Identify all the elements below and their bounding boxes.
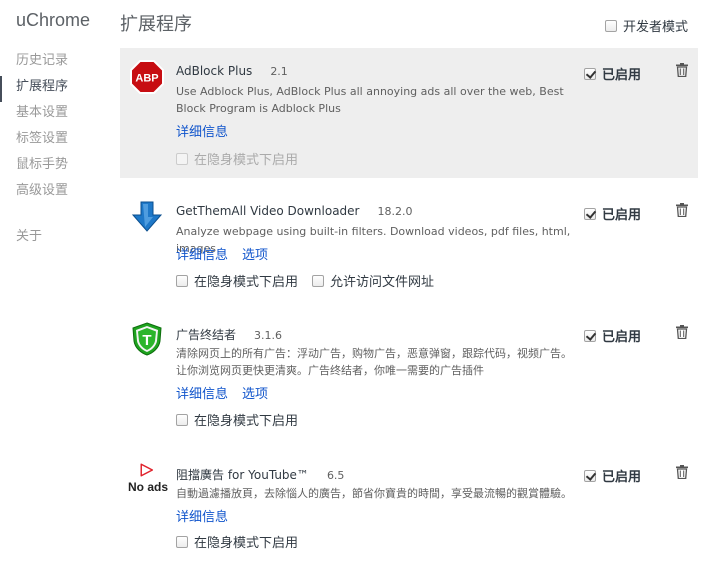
- sidebar-item-mouse-gestures[interactable]: 鼠标手势: [0, 154, 120, 180]
- extension-options: 在隐身模式下启用 允许访问文件网址: [176, 271, 434, 290]
- enable-toggle[interactable]: 已启用: [584, 326, 641, 345]
- enable-label: 已启用: [602, 470, 642, 485]
- sidebar-item-extensions[interactable]: 扩展程序: [0, 76, 120, 102]
- details-link[interactable]: 详细信息: [176, 387, 228, 402]
- incognito-option[interactable]: 在隐身模式下启用: [176, 149, 298, 168]
- file-access-label: 允许访问文件网址: [330, 275, 435, 290]
- details-link[interactable]: 详细信息: [176, 125, 228, 140]
- incognito-option[interactable]: 在隐身模式下启用: [176, 410, 298, 429]
- extension-item-getthemall: GetThemAll Video Downloader 18.2.0 Analyz…: [120, 188, 698, 300]
- trash-icon[interactable]: [676, 465, 688, 479]
- options-link[interactable]: 选项: [242, 387, 268, 402]
- page-title: 扩展程序: [120, 14, 192, 35]
- extension-description: 自動過濾播放頁，去除惱人的廣告，節省你寶貴的時間，享受最流暢的觀賞體驗。: [176, 487, 572, 500]
- enable-toggle[interactable]: 已启用: [584, 64, 641, 83]
- extension-name: GetThemAll Video Downloader 18.2.0: [176, 204, 413, 218]
- sidebar-item-basic-settings[interactable]: 基本设置: [0, 102, 120, 128]
- file-access-option[interactable]: 允许访问文件网址: [312, 271, 434, 290]
- sidebar: uChrome 历史记录 扩展程序 基本设置 标签设置 鼠标手势 高级设置 关于: [0, 0, 120, 573]
- incognito-label: 在隐身模式下启用: [194, 414, 299, 429]
- abp-stop-icon: ABP: [130, 60, 164, 94]
- extension-item-youtube-adblock: No ads 阻擋廣告 for YouTube™ 6.5 自動過濾播放頁，去除惱人…: [120, 450, 698, 560]
- sidebar-item-advanced-settings[interactable]: 高级设置: [0, 180, 120, 206]
- incognito-checkbox[interactable]: [176, 413, 188, 426]
- extension-description: Use Adblock Plus, AdBlock Plus all annoy…: [176, 85, 564, 115]
- details-link[interactable]: 详细信息: [176, 510, 228, 525]
- sidebar-item-history[interactable]: 历史记录: [0, 50, 120, 76]
- extension-links: 详细信息 选项: [176, 244, 282, 263]
- enable-label: 已启用: [602, 330, 642, 345]
- extension-name: AdBlock Plus 2.1: [176, 64, 288, 78]
- enable-checkbox[interactable]: [584, 329, 596, 342]
- extension-version: 3.1.6: [254, 329, 283, 342]
- extension-options: 在隐身模式下启用: [176, 532, 298, 551]
- enable-label: 已启用: [602, 208, 642, 223]
- download-arrow-icon: [131, 201, 163, 232]
- shield-icon-text: T: [142, 332, 151, 349]
- abp-icon-text: ABP: [135, 73, 158, 85]
- extension-options: 在隐身模式下启用: [176, 149, 298, 168]
- extension-links: 详细信息: [176, 121, 242, 140]
- extension-title: 阻擋廣告 for YouTube™: [176, 468, 309, 482]
- developer-mode-toggle[interactable]: 开发者模式: [604, 16, 688, 35]
- enable-checkbox[interactable]: [584, 469, 596, 482]
- incognito-label: 在隐身模式下启用: [194, 275, 299, 290]
- incognito-checkbox[interactable]: [176, 274, 188, 287]
- extension-item-ad-terminator: T 广告终结者 3.1.6 清除网页上的所有广告：浮动广告，购物广告，恶意弹窗，跟…: [120, 310, 698, 438]
- incognito-label: 在隐身模式下启用: [194, 536, 299, 551]
- incognito-label: 在隐身模式下启用: [194, 153, 299, 168]
- details-link[interactable]: 详细信息: [176, 248, 228, 263]
- extension-item-adblock-plus: ABP AdBlock Plus 2.1 Use Adblock Plus, Ad…: [120, 48, 698, 178]
- developer-mode-label: 开发者模式: [622, 20, 688, 35]
- app-brand: uChrome: [16, 10, 91, 30]
- incognito-checkbox[interactable]: [176, 535, 188, 548]
- extension-version: 6.5: [326, 469, 345, 482]
- extension-title: AdBlock Plus: [176, 64, 253, 78]
- trash-icon[interactable]: [676, 203, 688, 217]
- sidebar-item-about[interactable]: 关于: [0, 226, 120, 252]
- extension-version: 18.2.0: [377, 205, 413, 218]
- extension-name: 阻擋廣告 for YouTube™ 6.5: [176, 466, 344, 483]
- enable-toggle[interactable]: 已启用: [584, 204, 641, 223]
- incognito-option[interactable]: 在隐身模式下启用: [176, 532, 298, 551]
- extension-options: 在隐身模式下启用: [176, 410, 298, 429]
- no-ads-icon-label: No ads: [128, 480, 169, 494]
- enable-checkbox[interactable]: [584, 67, 596, 80]
- extension-title: 广告终结者: [176, 328, 237, 342]
- play-outline-icon: [140, 463, 154, 477]
- sidebar-nav: 历史记录 扩展程序 基本设置 标签设置 鼠标手势 高级设置 关于: [0, 50, 120, 252]
- file-access-checkbox[interactable]: [312, 274, 325, 287]
- extension-name: 广告终结者 3.1.6: [176, 326, 282, 343]
- options-link[interactable]: 选项: [242, 248, 268, 263]
- enable-label: 已启用: [602, 68, 642, 83]
- incognito-option[interactable]: 在隐身模式下启用: [176, 271, 298, 290]
- extension-description: 清除网页上的所有广告：浮动广告，购物广告，恶意弹窗，跟踪代码，视频广告。让你浏览…: [176, 347, 572, 377]
- enable-checkbox[interactable]: [584, 207, 596, 220]
- incognito-checkbox[interactable]: [176, 152, 188, 165]
- trash-icon[interactable]: [676, 63, 688, 77]
- sidebar-item-tab-settings[interactable]: 标签设置: [0, 128, 120, 154]
- extension-links: 详细信息: [176, 506, 242, 525]
- trash-icon[interactable]: [676, 325, 688, 339]
- extension-links: 详细信息 选项: [176, 383, 282, 402]
- shield-t-icon: T: [132, 322, 162, 356]
- enable-toggle[interactable]: 已启用: [584, 466, 641, 485]
- developer-mode-checkbox[interactable]: [604, 19, 617, 32]
- extension-title: GetThemAll Video Downloader: [176, 204, 360, 218]
- extension-version: 2.1: [270, 65, 288, 78]
